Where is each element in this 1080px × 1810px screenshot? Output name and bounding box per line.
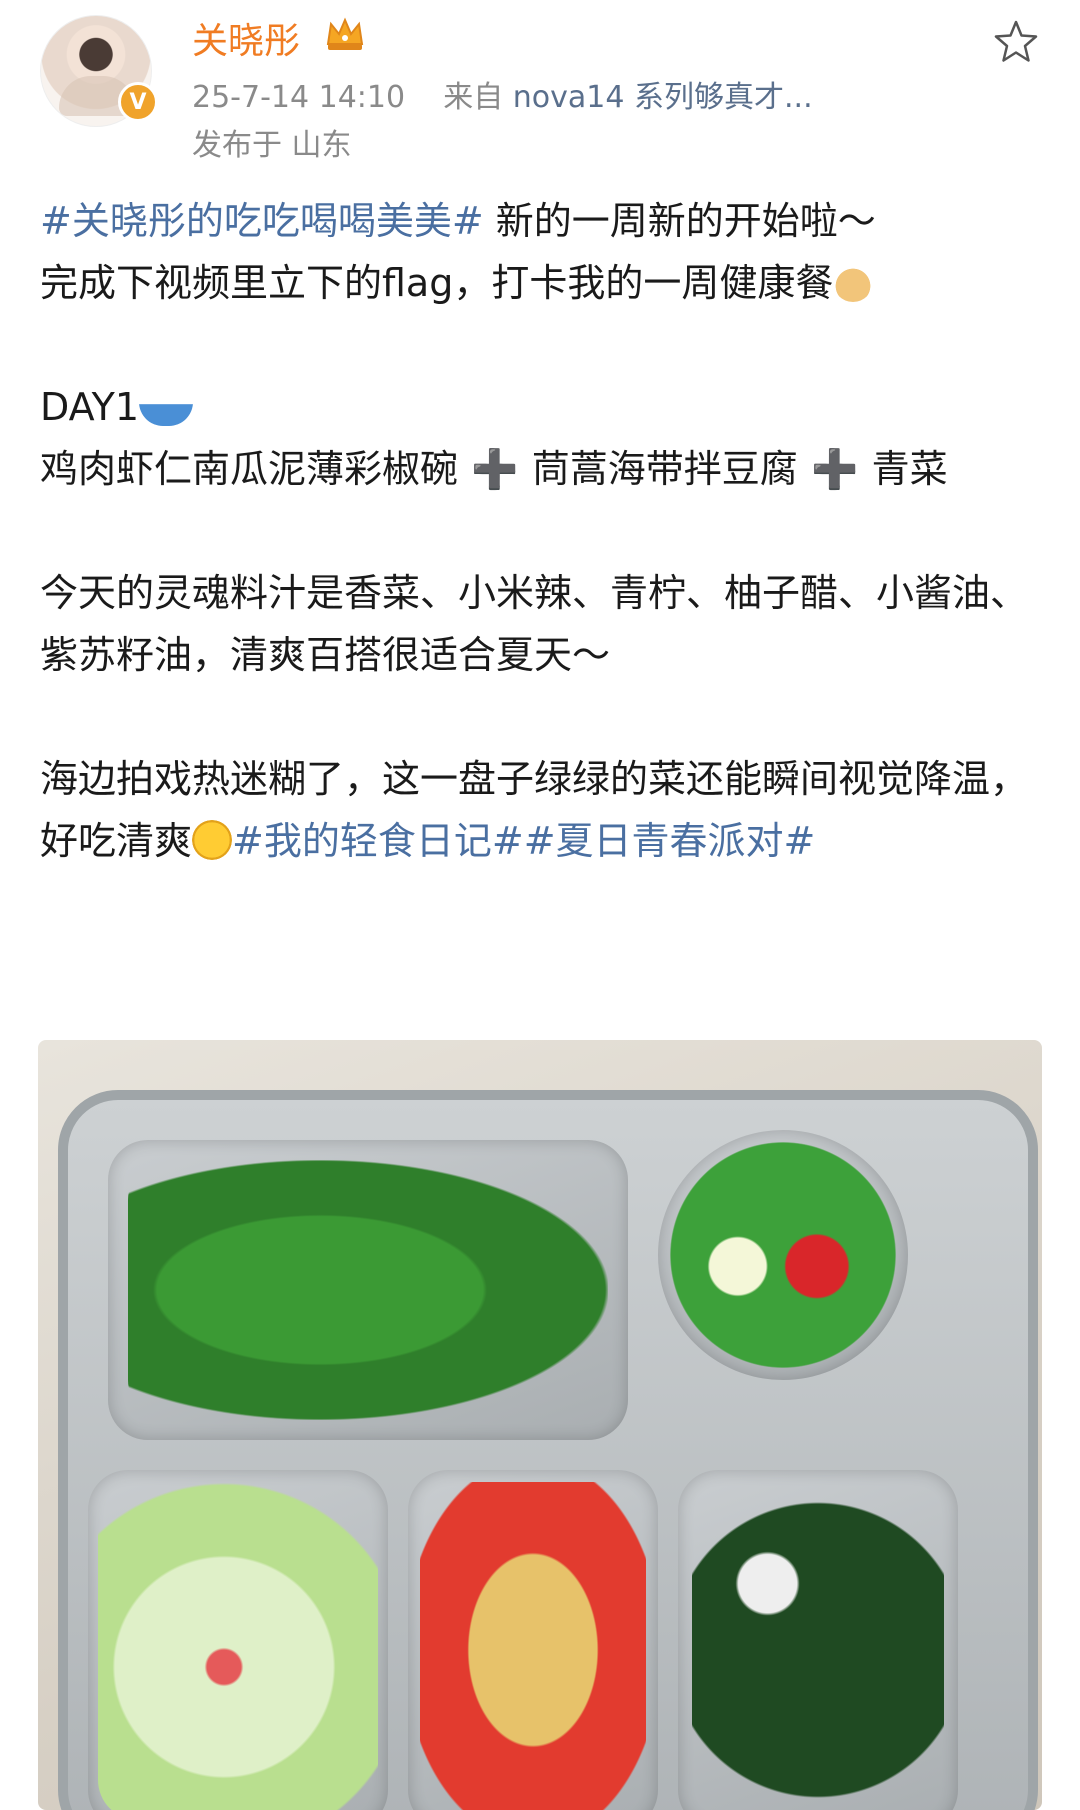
post-location: 发布于 山东	[192, 128, 352, 163]
day-label: DAY1	[40, 385, 140, 429]
star-icon[interactable]	[992, 18, 1040, 66]
pepper-compartment	[408, 1470, 658, 1810]
menu-item: 鸡肉虾仁南瓜泥薄彩椒碗	[40, 447, 459, 491]
lettuce-compartment	[88, 1470, 388, 1810]
seaweed-tofu	[692, 1484, 944, 1810]
smile-icon	[192, 820, 233, 860]
verified-badge-icon: V	[118, 82, 158, 122]
plus-icon: ➕	[797, 447, 872, 491]
source-prefix: 来自	[443, 80, 504, 115]
victory-hand-icon	[833, 262, 874, 302]
post-body: #关晓彤的吃吃喝喝美美# 新的一周新的开始啦～ 完成下视频里立下的flag，打卡…	[40, 190, 1050, 872]
seaweed-compartment	[678, 1470, 958, 1810]
bowl-icon	[139, 386, 194, 426]
sauce-bowl	[658, 1130, 908, 1380]
sauce-text: 今天的灵魂料汁是香菜、小米辣、青柠、柚子醋、小酱油、紫苏籽油，清爽百搭很适合夏天…	[40, 571, 1029, 677]
post-image[interactable]	[38, 1040, 1042, 1810]
post-text: 新的一周新的开始啦～	[483, 199, 876, 243]
bok-choy	[128, 1160, 608, 1420]
lettuce	[98, 1480, 378, 1810]
source-device-link[interactable]: nova14 系列够真才...	[513, 80, 813, 115]
post-datetime: 25-7-14 14:10	[192, 80, 406, 115]
herb-sauce	[670, 1142, 896, 1368]
crown-icon	[326, 17, 364, 50]
menu-item: 茼蒿海带拌豆腐	[531, 447, 798, 491]
post-meta: 25-7-14 14:10 来自 nova14 系列够真才...	[192, 72, 813, 116]
topic-link[interactable]: #关晓彤的吃吃喝喝美美#	[40, 199, 484, 243]
menu-item: 青菜	[871, 447, 948, 491]
greens-compartment	[108, 1140, 628, 1440]
stuffed-pepper	[420, 1482, 646, 1810]
topic-link[interactable]: #我的轻食日记#	[232, 819, 524, 863]
post-text: 完成下视频里立下的flag，打卡我的一周健康餐	[40, 261, 834, 305]
topic-link[interactable]: #夏日青春派对#	[524, 819, 816, 863]
username[interactable]: 关晓彤	[192, 12, 300, 64]
plus-icon: ➕	[458, 447, 532, 491]
post-header: V 关晓彤 25-7-14 14:10 来自 nova14 系列够真才... 发…	[0, 0, 1080, 170]
food-tray	[58, 1090, 1038, 1810]
